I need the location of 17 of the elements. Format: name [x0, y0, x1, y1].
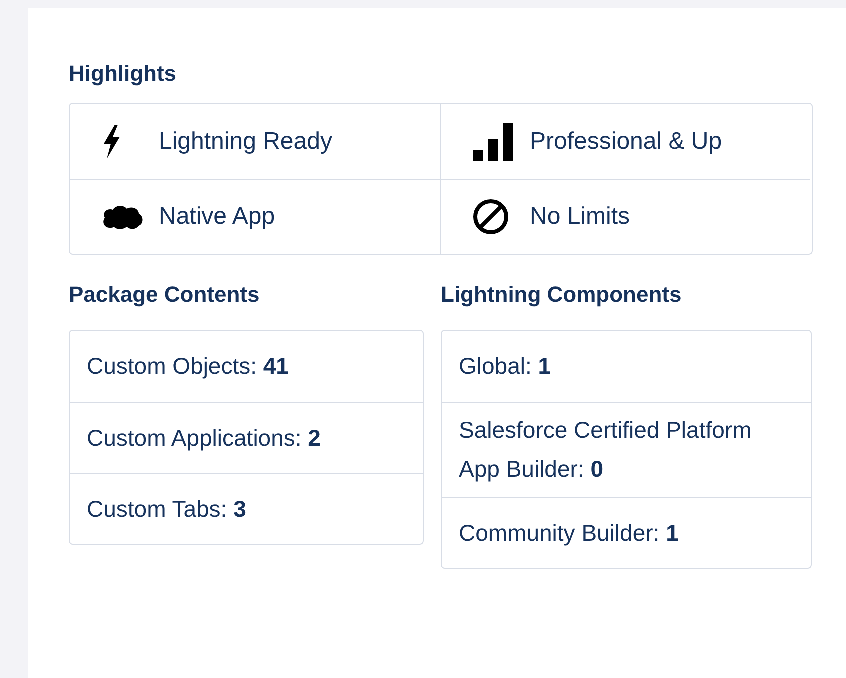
section-heading: Lightning Components [441, 281, 683, 309]
highlight-label: No Limits [530, 203, 630, 231]
package-item: Custom Tabs: 3 [87, 494, 246, 524]
lightning-bolt-icon [102, 124, 122, 158]
highlight-label: Professional & Up [530, 128, 722, 156]
package-item: Custom Objects: 41 [87, 352, 289, 381]
prohibited-icon [473, 199, 509, 235]
section-heading: Highlights [69, 60, 178, 88]
package-item: Custom Applications: 2 [87, 424, 321, 453]
component-item: Global: 1 [459, 352, 552, 381]
component-item: Community Builder: 1 [459, 518, 679, 548]
component-item: Salesforce Certified Platform App Builder: 0 [459, 416, 753, 484]
bar-chart-icon [473, 122, 513, 160]
highlight-label: Lightning Ready [159, 128, 332, 156]
highlight-label: Native App [159, 203, 276, 231]
cloud-icon [102, 204, 144, 230]
section-heading: Package Contents [69, 281, 261, 309]
